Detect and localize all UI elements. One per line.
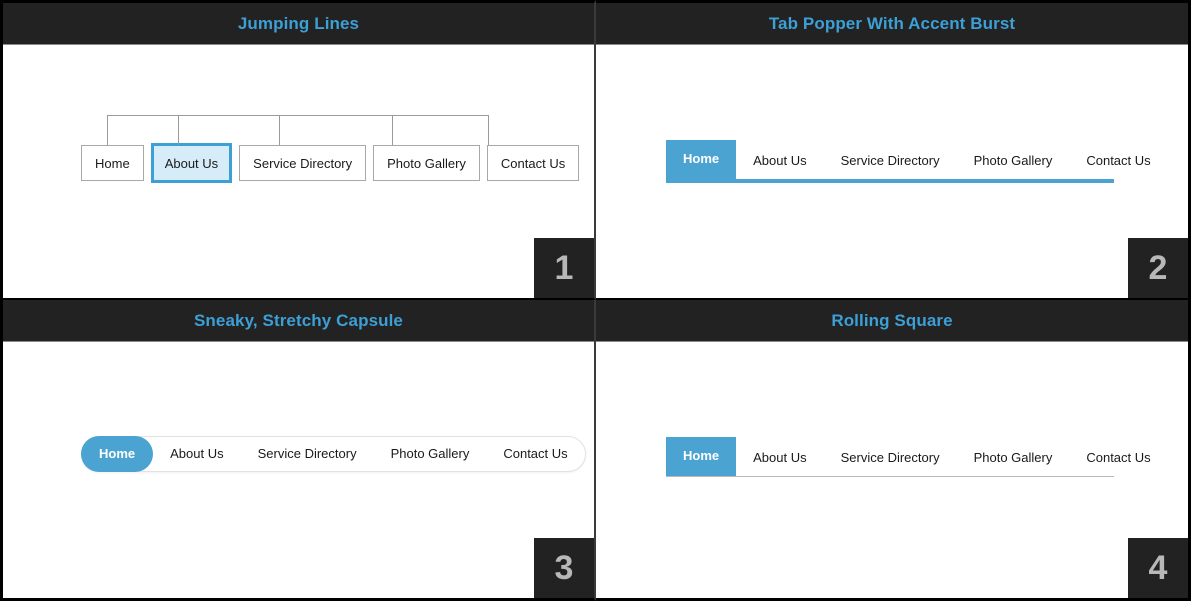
- tab-accent-underline: [666, 179, 1114, 183]
- tab-row-4: Home About Us Service Directory Photo Ga…: [666, 437, 1151, 476]
- panel-body-3: Home About Us Service Directory Photo Ga…: [3, 342, 594, 598]
- tab-nav-thin: Home About Us Service Directory Photo Ga…: [666, 437, 1151, 477]
- tab-row-2: Home About Us Service Directory Photo Ga…: [666, 140, 1151, 179]
- panel-number-badge-1: 1: [534, 238, 594, 298]
- panel-number-badge-3: 3: [534, 538, 594, 598]
- panel-title-3: Sneaky, Stretchy Capsule: [3, 300, 594, 342]
- panel-body-4: Home About Us Service Directory Photo Ga…: [596, 342, 1188, 598]
- tab-photo-gallery-4[interactable]: Photo Gallery: [957, 440, 1070, 476]
- panel-rolling-square: Rolling Square Home About Us Service Dir…: [596, 300, 1191, 601]
- panel-jumping-lines: Jumping Lines Home About Us Service Dire…: [0, 0, 596, 300]
- connector-lines: [81, 115, 491, 145]
- connector-stem-about-us: [178, 115, 179, 145]
- capsule-item-service-directory[interactable]: Service Directory: [241, 437, 374, 471]
- capsule-nav: Home About Us Service Directory Photo Ga…: [81, 436, 586, 472]
- connector-stem-service-directory: [279, 115, 280, 145]
- panel-number-badge-2: 2: [1128, 238, 1188, 298]
- tab-thin-underline: [666, 476, 1114, 477]
- panel-title-4: Rolling Square: [596, 300, 1188, 342]
- menu-box-service-directory[interactable]: Service Directory: [239, 145, 367, 181]
- connector-horizontal-line: [107, 115, 488, 116]
- menu-box-contact-us[interactable]: Contact Us: [486, 145, 580, 181]
- tab-nav-accent: Home About Us Service Directory Photo Ga…: [666, 140, 1151, 183]
- tab-about-us-4[interactable]: About Us: [736, 440, 823, 476]
- capsule-item-about-us[interactable]: About Us: [153, 437, 240, 471]
- panel-grid: Jumping Lines Home About Us Service Dire…: [0, 0, 1191, 601]
- tab-photo-gallery-2[interactable]: Photo Gallery: [957, 143, 1070, 179]
- jumping-lines-menu: Home About Us Service Directory Photo Ga…: [81, 115, 580, 183]
- tab-home-4[interactable]: Home: [666, 437, 737, 476]
- panel-title-1: Jumping Lines: [3, 3, 594, 45]
- connector-stem-home: [107, 115, 108, 145]
- tab-contact-us-4[interactable]: Contact Us: [1069, 440, 1167, 476]
- menu-box-about-us[interactable]: About Us: [150, 143, 233, 183]
- panel-body-2: Home About Us Service Directory Photo Ga…: [596, 45, 1188, 298]
- tab-service-directory-4[interactable]: Service Directory: [824, 440, 957, 476]
- tab-about-us-2[interactable]: About Us: [736, 143, 823, 179]
- tab-home-2[interactable]: Home: [666, 140, 737, 179]
- capsule-item-contact-us[interactable]: Contact Us: [486, 437, 584, 471]
- menu-box-photo-gallery[interactable]: Photo Gallery: [373, 145, 480, 181]
- capsule-item-photo-gallery[interactable]: Photo Gallery: [374, 437, 487, 471]
- tab-service-directory-2[interactable]: Service Directory: [824, 143, 957, 179]
- panel-title-2: Tab Popper With Accent Burst: [596, 3, 1188, 45]
- menu-box-home[interactable]: Home: [81, 145, 144, 181]
- menu-box-row: Home About Us Service Directory Photo Ga…: [81, 143, 580, 183]
- panel-number-badge-4: 4: [1128, 538, 1188, 598]
- tab-contact-us-2[interactable]: Contact Us: [1069, 143, 1167, 179]
- connector-stem-contact-us: [488, 115, 489, 145]
- capsule-item-home[interactable]: Home: [81, 436, 154, 472]
- panel-body-1: Home About Us Service Directory Photo Ga…: [3, 45, 594, 298]
- panel-stretchy-capsule: Sneaky, Stretchy Capsule Home About Us S…: [0, 300, 596, 601]
- connector-stem-photo-gallery: [392, 115, 393, 145]
- panel-tab-popper: Tab Popper With Accent Burst Home About …: [596, 0, 1191, 300]
